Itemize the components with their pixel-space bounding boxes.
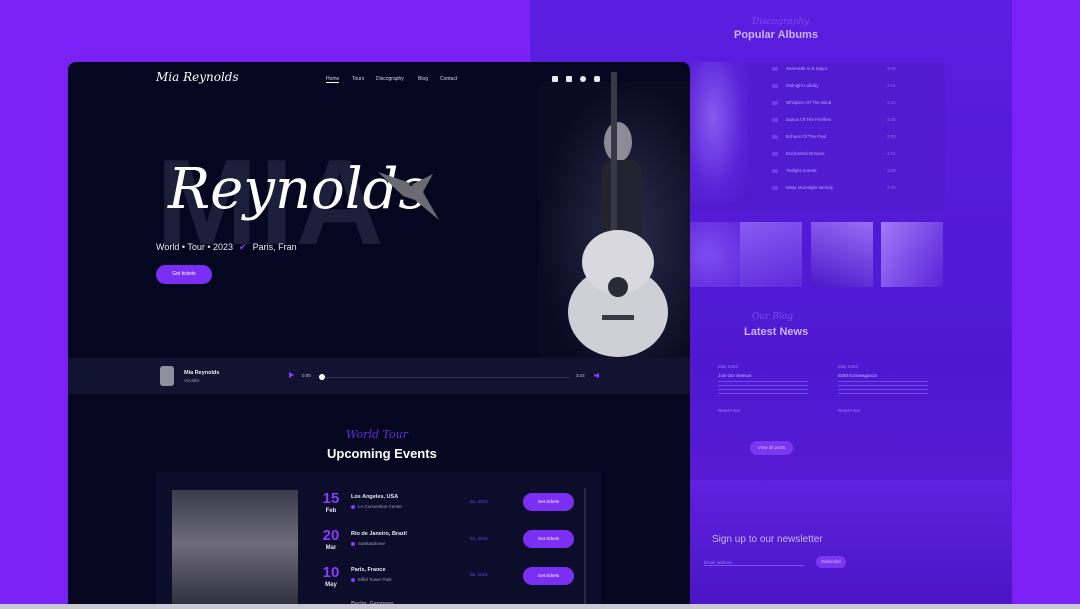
location-pin-icon <box>351 577 355 582</box>
hero-get-tickets-button[interactable]: Get tickets <box>156 265 212 284</box>
track-number-icon <box>772 168 778 173</box>
site-logo[interactable]: Mia Reynolds <box>156 70 239 84</box>
nav-link-blog[interactable]: Blog <box>418 76 428 82</box>
event-venue: Sambadrome <box>351 541 385 546</box>
track-item[interactable]: Dance Of The Fireflies 3:40 <box>772 117 896 127</box>
subscribe-button[interactable]: Subscribe <box>816 556 846 568</box>
track-item[interactable]: Serenade In E Major 3:10 <box>772 66 896 76</box>
events-scrollbar[interactable] <box>584 488 586 609</box>
nav-link-contact[interactable]: Contact <box>440 76 457 82</box>
track-item[interactable]: Whispers Of The Wind 3:14 <box>772 100 896 110</box>
nav-link-home[interactable]: Home <box>326 76 340 83</box>
checkmark-icon: ✔ <box>239 242 247 252</box>
track-number-icon <box>772 185 778 190</box>
event-city: Rio de Janeiro, Brazil <box>351 531 407 537</box>
events-title: Upcoming Events <box>327 446 437 461</box>
track-number-icon <box>772 83 778 88</box>
track-item[interactable]: Midnight Lullaby 3:21 <box>772 83 896 93</box>
event-date: 02, 2023 <box>470 499 488 504</box>
event-get-tickets-button[interactable]: Get tickets <box>523 530 574 548</box>
news-headline[interactable]: EDM Extravaganza <box>838 373 877 378</box>
news-read-more-link[interactable]: Read more <box>838 408 860 413</box>
event-day: 15 <box>322 490 340 507</box>
event-get-tickets-button[interactable]: Get tickets <box>523 567 574 585</box>
track-item[interactable]: Enchanted Dreams 4:01 <box>772 151 896 161</box>
news-headline[interactable]: Join Our Season <box>718 373 752 378</box>
event-month: Feb <box>325 508 337 514</box>
event-month: May <box>325 582 337 588</box>
gallery-thumbnail[interactable] <box>881 222 943 287</box>
play-icon[interactable] <box>289 372 294 378</box>
track-number-icon <box>772 66 778 71</box>
track-item[interactable]: Echoes Of The Past 3:05 <box>772 134 896 144</box>
event-venue: LA Convention Center <box>351 504 402 509</box>
track-number-icon <box>772 100 778 105</box>
main-site-card: Mia Reynolds Home Tours Discography Blog… <box>68 62 690 609</box>
albums-kicker: Discography <box>752 17 810 27</box>
player-artist: Mia Reynolds <box>184 370 220 376</box>
news-excerpt <box>838 381 928 395</box>
nav-link-tours[interactable]: Tours <box>352 76 364 82</box>
news-excerpt <box>718 381 808 395</box>
player-elapsed: 0:00 <box>302 373 311 378</box>
track-number-icon <box>772 151 778 156</box>
event-city: Paris, France <box>351 567 386 573</box>
video-progress-strip <box>0 604 1080 609</box>
album-cover-image <box>690 62 748 202</box>
newsletter-title: Sign up to our newsletter <box>712 534 823 545</box>
hummingbird-icon <box>378 172 439 220</box>
gallery-thumbnail[interactable] <box>740 222 802 287</box>
progress-handle[interactable] <box>319 374 325 380</box>
event-city: Los Angeles, USA <box>351 494 399 500</box>
gallery-thumbnail[interactable] <box>811 222 873 287</box>
event-venue: Eiffel Tower Park <box>351 577 392 582</box>
event-date: 03, 2023 <box>470 536 488 541</box>
news-date: May 2023 <box>838 364 858 369</box>
tour-info: World • Tour • 2023 ✔ Paris, Fran <box>156 242 297 252</box>
news-read-more-link[interactable]: Read more <box>718 408 740 413</box>
news-title: Latest News <box>744 326 809 338</box>
location-pin-icon <box>351 541 355 546</box>
event-get-tickets-button[interactable]: Get tickets <box>523 493 574 511</box>
location-pin-icon <box>351 504 355 509</box>
events-kicker: World Tour <box>346 428 408 441</box>
newsletter-email-input[interactable]: Email address <box>704 560 804 566</box>
view-all-posts-button[interactable]: View all posts <box>750 441 793 455</box>
event-date: 05, 2023 <box>470 572 488 577</box>
nav-link-discography[interactable]: Discography <box>376 76 404 82</box>
track-number-icon <box>772 117 778 122</box>
albums-title: Popular Albums <box>734 29 818 41</box>
event-day: 10 <box>322 564 340 581</box>
event-month: Mar <box>325 545 337 551</box>
player-role: Vocalist <box>184 378 200 383</box>
event-artist-photo <box>172 490 298 609</box>
track-item[interactable]: Twilight Sonata 3:29 <box>772 168 896 178</box>
track-number-icon <box>772 134 778 139</box>
player-avatar <box>160 366 174 386</box>
news-date: May 2023 <box>718 364 738 369</box>
progress-track[interactable] <box>320 377 570 378</box>
news-kicker: Our Blog <box>752 312 794 322</box>
guitar-illustration <box>568 72 668 357</box>
track-item[interactable]: Misty Moonlight Melody 3:55 <box>772 185 896 195</box>
event-day: 20 <box>322 527 340 544</box>
player-total: 3:44 <box>576 373 585 378</box>
